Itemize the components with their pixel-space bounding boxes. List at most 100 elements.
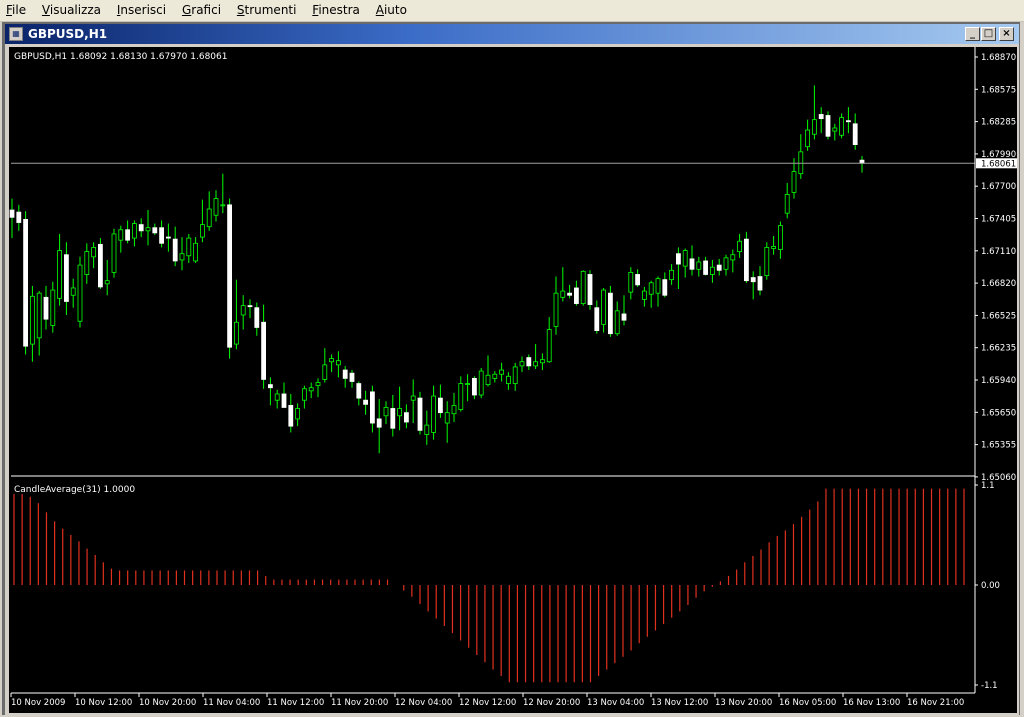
- candle-body: [152, 227, 158, 234]
- candle-body: [417, 397, 423, 431]
- price-tick-label: 1.68575: [981, 85, 1016, 95]
- candle-body: [267, 384, 273, 389]
- candle-body: [227, 204, 233, 348]
- candle-body: [628, 271, 634, 293]
- menu-finestra[interactable]: Finestra: [306, 0, 366, 21]
- candle-body: [23, 218, 29, 347]
- candle-body: [138, 224, 144, 232]
- indicator-tick-label: -1.1: [981, 681, 998, 691]
- candle-body: [682, 250, 688, 267]
- candle-body: [594, 307, 600, 331]
- candle-body: [512, 366, 518, 384]
- price-tick-label: 1.67700: [981, 182, 1016, 192]
- candle-body: [165, 236, 171, 239]
- menu-grafici[interactable]: Grafici: [176, 0, 227, 21]
- menu-bar: File Visualizza Inserisci Grafici Strume…: [0, 0, 1024, 22]
- candle-body: [580, 270, 586, 304]
- price-tick-label: 1.65355: [981, 441, 1016, 451]
- candle-body: [478, 370, 484, 396]
- candle-body: [458, 383, 464, 410]
- indicator-label: CandleAverage(31) 1.0000: [14, 485, 135, 495]
- candle-body: [567, 292, 572, 296]
- price-tick-label: 1.65650: [981, 408, 1016, 418]
- chart-canvas[interactable]: 1.688701.685751.682851.679901.677001.674…: [9, 47, 1017, 713]
- candle-body: [301, 388, 307, 401]
- time-tick-label: 12 Nov 04:00: [395, 698, 452, 708]
- candle-body: [118, 229, 124, 241]
- chart-window-icon: ▦: [9, 27, 23, 41]
- candle-body: [254, 307, 260, 328]
- candle-body: [648, 282, 654, 295]
- candle-body: [132, 223, 137, 239]
- candle-body: [710, 266, 715, 275]
- menu-visualizza[interactable]: Visualizza: [36, 0, 107, 21]
- candle-body: [98, 243, 103, 288]
- menu-file[interactable]: File: [0, 0, 32, 21]
- candle-body: [29, 295, 35, 345]
- candle-body: [812, 119, 817, 135]
- candle-body: [431, 395, 437, 433]
- candle-body: [335, 360, 341, 366]
- price-tick-label: 1.65940: [981, 376, 1016, 386]
- candle-body: [451, 404, 457, 415]
- candle-body: [240, 305, 246, 316]
- candle-body: [832, 127, 838, 132]
- restore-button[interactable]: □: [981, 27, 996, 41]
- candle-body: [363, 399, 369, 405]
- candle-body: [655, 278, 661, 294]
- time-tick-label: 10 Nov 20:00: [139, 698, 196, 708]
- price-tick-label: 1.67110: [981, 247, 1016, 257]
- candle-body: [798, 151, 804, 175]
- candle-body: [172, 238, 178, 262]
- candle-body: [499, 369, 505, 375]
- chart-window-title: GBPUSD,H1: [28, 27, 108, 41]
- candle-body: [70, 287, 76, 296]
- candle-body: [329, 358, 335, 363]
- time-tick-label: 10 Nov 2009: [11, 698, 65, 708]
- candle-body: [839, 117, 844, 136]
- candle-body: [383, 407, 389, 417]
- time-tick-label: 16 Nov 13:00: [843, 698, 900, 708]
- candle-body: [669, 269, 674, 281]
- candle-body: [485, 374, 491, 386]
- candle-body: [771, 246, 776, 249]
- price-tick-label: 1.66820: [981, 279, 1016, 289]
- menu-strumenti[interactable]: Strumenti: [231, 0, 303, 21]
- candle-body: [716, 264, 722, 271]
- menu-aiuto[interactable]: Aiuto: [370, 0, 413, 21]
- candle-body: [546, 329, 552, 363]
- candle-body: [397, 408, 403, 417]
- candle-body: [281, 393, 287, 408]
- close-button[interactable]: ×: [999, 27, 1014, 41]
- candle-body: [764, 247, 770, 276]
- candle-body: [50, 289, 56, 326]
- candle-body: [179, 253, 185, 261]
- candle-body: [696, 261, 702, 270]
- candle-body: [492, 373, 498, 379]
- time-tick-label: 11 Nov 20:00: [331, 698, 388, 708]
- price-tick-label: 1.68285: [981, 118, 1016, 128]
- time-tick-label: 10 Nov 12:00: [75, 698, 132, 708]
- price-tick-label: 1.67405: [981, 215, 1016, 225]
- chart-window-titlebar[interactable]: ▦ GBPUSD,H1 _ □ ×: [5, 24, 1019, 44]
- candle-body: [723, 257, 729, 270]
- candle-body: [825, 115, 831, 137]
- candle-body: [818, 114, 824, 120]
- candle-body: [16, 211, 22, 223]
- candle-body: [43, 296, 49, 320]
- time-tick-label: 16 Nov 21:00: [907, 698, 964, 708]
- candle-body: [519, 361, 525, 367]
- menu-inserisci[interactable]: Inserisci: [111, 0, 172, 21]
- candle-body: [553, 292, 559, 327]
- time-tick-label: 13 Nov 20:00: [715, 698, 772, 708]
- candle-body: [730, 254, 736, 261]
- indicator-tick-label: 1.1: [981, 481, 995, 491]
- time-tick-label: 11 Nov 04:00: [203, 698, 260, 708]
- minimize-button[interactable]: _: [965, 27, 980, 41]
- candle-body: [505, 375, 511, 384]
- candle-body: [587, 274, 593, 306]
- candle-body: [64, 254, 69, 302]
- candle-body: [91, 247, 96, 258]
- bid-price-label: 1.68061: [981, 159, 1016, 169]
- candle-body: [662, 279, 668, 296]
